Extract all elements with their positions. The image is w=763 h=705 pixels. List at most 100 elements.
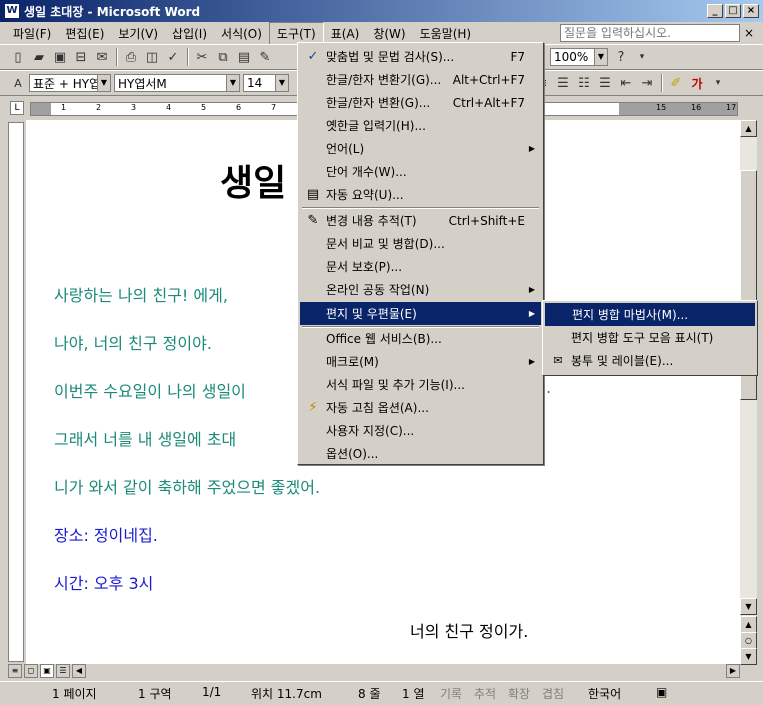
menu-templates-addins[interactable]: 서식 파일 및 추가 기능(I)...: [300, 373, 541, 396]
toolbar-options-icon[interactable]: ▾: [708, 73, 728, 93]
menu-file[interactable]: 파일(F): [6, 23, 58, 44]
print-icon[interactable]: ⎙: [121, 47, 141, 67]
menu-insert[interactable]: 삽입(I): [165, 23, 214, 44]
print-layout-icon[interactable]: ▣: [40, 664, 54, 678]
vertical-scrollbar[interactable]: ▲ ▼ ▲ ○ ▼: [740, 120, 757, 665]
cut-icon[interactable]: ✂: [192, 47, 212, 67]
open-folder-icon[interactable]: ▰: [29, 47, 49, 67]
menu-compare-merge[interactable]: 문서 비교 및 병합(D)...: [300, 232, 541, 255]
ruler-tick: 3: [131, 103, 137, 112]
envelope-icon: ✉: [553, 354, 563, 367]
menu-options[interactable]: 옵션(O)...: [300, 442, 541, 465]
decrease-indent-icon[interactable]: ⇤: [616, 73, 636, 93]
menu-edit[interactable]: 편집(E): [58, 23, 111, 44]
line-spacing-icon[interactable]: ☰: [553, 73, 573, 93]
web-view-icon[interactable]: ◻: [24, 664, 38, 678]
horizontal-scrollbar[interactable]: ≡ ◻ ▣ ☰ ◀ ▶: [8, 664, 760, 680]
zoom-select[interactable]: 100% ▼: [550, 48, 608, 66]
ruler-tick: 6: [236, 103, 242, 112]
menu-word-count[interactable]: 단어 개수(W)...: [300, 160, 541, 183]
status-section: 1 구역: [138, 687, 172, 701]
previous-page-icon[interactable]: ▲: [740, 616, 757, 633]
menu-letters-mailings[interactable]: 편지 및 우편물(E) ▶: [300, 302, 541, 325]
menu-autocorrect-options[interactable]: ⚡ 자동 고침 옵션(A)...: [300, 396, 541, 419]
minimize-button[interactable]: _: [707, 4, 723, 18]
status-rec[interactable]: 기록: [440, 685, 462, 702]
email-icon[interactable]: ✉: [92, 47, 112, 67]
toolbar-separator: [187, 48, 189, 66]
spelling-status-icon[interactable]: ▣: [656, 685, 667, 699]
menu-online-collaboration[interactable]: 온라인 공동 작업(N) ▶: [300, 278, 541, 301]
toolbar-options-icon[interactable]: ▾: [632, 47, 652, 67]
maximize-button[interactable]: □: [725, 4, 741, 18]
ruler-tick: 1: [61, 103, 67, 112]
menu-hanja-convert[interactable]: 한글/한자 변환(G)... Ctrl+Alt+F7: [300, 91, 541, 114]
highlight-icon[interactable]: ✐: [666, 73, 686, 93]
letters-mailings-submenu: 편지 병합 마법사(M)... 편지 병합 도구 모음 표시(T) ✉ 봉투 및…: [542, 300, 758, 376]
doc-line: 장소: 정이네집.: [54, 526, 158, 545]
status-ext[interactable]: 확장: [508, 685, 530, 702]
spelling-icon[interactable]: ✓: [163, 47, 183, 67]
menu-track-changes[interactable]: ✎ 변경 내용 추적(T) Ctrl+Shift+E: [300, 209, 541, 232]
browse-object-icon[interactable]: ○: [740, 632, 757, 649]
font-size-select[interactable]: 14 ▼: [243, 74, 289, 92]
menu-mail-merge-wizard[interactable]: 편지 병합 마법사(M)...: [545, 303, 755, 326]
paste-icon[interactable]: ▤: [234, 47, 254, 67]
ruler-tick: 15: [656, 103, 667, 112]
chevron-down-icon[interactable]: ▼: [275, 75, 288, 91]
numbering-icon[interactable]: ☷: [574, 73, 594, 93]
new-document-icon[interactable]: ▯: [8, 47, 28, 67]
menu-format[interactable]: 서식(O): [214, 23, 269, 44]
next-page-icon[interactable]: ▼: [740, 648, 757, 665]
status-ovr[interactable]: 겹침: [542, 685, 564, 702]
word-icon[interactable]: W: [4, 3, 20, 19]
doc-line: 시간: 오후 3시: [54, 574, 154, 593]
increase-indent-icon[interactable]: ⇥: [637, 73, 657, 93]
style-select[interactable]: 표준 + HY엽 ▼: [29, 74, 111, 92]
submenu-arrow-icon: ▶: [528, 309, 535, 318]
save-icon[interactable]: ▣: [50, 47, 70, 67]
menu-view[interactable]: 보기(V): [111, 23, 165, 44]
status-page: 1 페이지: [52, 687, 97, 701]
menu-protect-document[interactable]: 문서 보호(P)...: [300, 255, 541, 278]
help-search-input[interactable]: [560, 24, 740, 42]
chevron-down-icon[interactable]: ▼: [226, 75, 239, 91]
scroll-down-icon[interactable]: ▼: [740, 598, 757, 615]
menu-old-hangul[interactable]: 옛한글 입력기(H)...: [300, 114, 541, 137]
vertical-ruler[interactable]: [8, 122, 24, 662]
menu-table[interactable]: 표(A): [324, 23, 367, 44]
scroll-right-icon[interactable]: ▶: [726, 664, 740, 678]
normal-view-icon[interactable]: ≡: [8, 664, 22, 678]
help-icon[interactable]: ?: [611, 47, 631, 67]
bullets-icon[interactable]: ☰: [595, 73, 615, 93]
font-select[interactable]: HY엽서M ▼: [114, 74, 240, 92]
menu-customize[interactable]: 사용자 지정(C)...: [300, 419, 541, 442]
styles-icon[interactable]: A: [8, 73, 28, 93]
print-preview-icon[interactable]: ◫: [142, 47, 162, 67]
outline-view-icon[interactable]: ☰: [56, 664, 70, 678]
chevron-down-icon[interactable]: ▼: [97, 75, 110, 91]
copy-icon[interactable]: ⧉: [213, 47, 233, 67]
menu-hanja-converter[interactable]: 한글/한자 변환기(G)... Alt+Ctrl+F7: [300, 68, 541, 91]
menu-auto-summarize[interactable]: ▤ 자동 요약(U)...: [300, 183, 541, 206]
doc-line: 이번주 수요일이 나의 생일이: [54, 382, 246, 401]
menu-show-mail-merge-toolbar[interactable]: 편지 병합 도구 모음 표시(T): [545, 326, 755, 349]
menu-spell-check[interactable]: ✓ 맞춤법 및 문법 검사(S)... F7: [300, 45, 541, 68]
format-painter-icon[interactable]: ✎: [255, 47, 275, 67]
menu-language[interactable]: 언어(L) ▶: [300, 137, 541, 160]
status-trk[interactable]: 추적: [474, 685, 496, 702]
menu-macro[interactable]: 매크로(M) ▶: [300, 350, 541, 373]
chevron-down-icon[interactable]: ▼: [594, 49, 607, 65]
scroll-up-icon[interactable]: ▲: [740, 120, 757, 137]
document-close-icon[interactable]: ×: [744, 26, 754, 40]
menu-help[interactable]: 도움말(H): [413, 23, 479, 44]
menu-office-web-services[interactable]: Office 웹 서비스(B)...: [300, 327, 541, 350]
menu-window[interactable]: 창(W): [366, 23, 412, 44]
menu-envelopes-labels[interactable]: ✉ 봉투 및 레이블(E)...: [545, 349, 755, 372]
scroll-left-icon[interactable]: ◀: [72, 664, 86, 678]
window-title: 생일 초대장 - Microsoft Word: [24, 4, 201, 19]
tab-selector-icon[interactable]: L: [10, 101, 24, 115]
permission-icon[interactable]: ⊟: [71, 47, 91, 67]
close-button[interactable]: ×: [743, 4, 759, 18]
font-color-icon[interactable]: 가: [687, 73, 707, 93]
